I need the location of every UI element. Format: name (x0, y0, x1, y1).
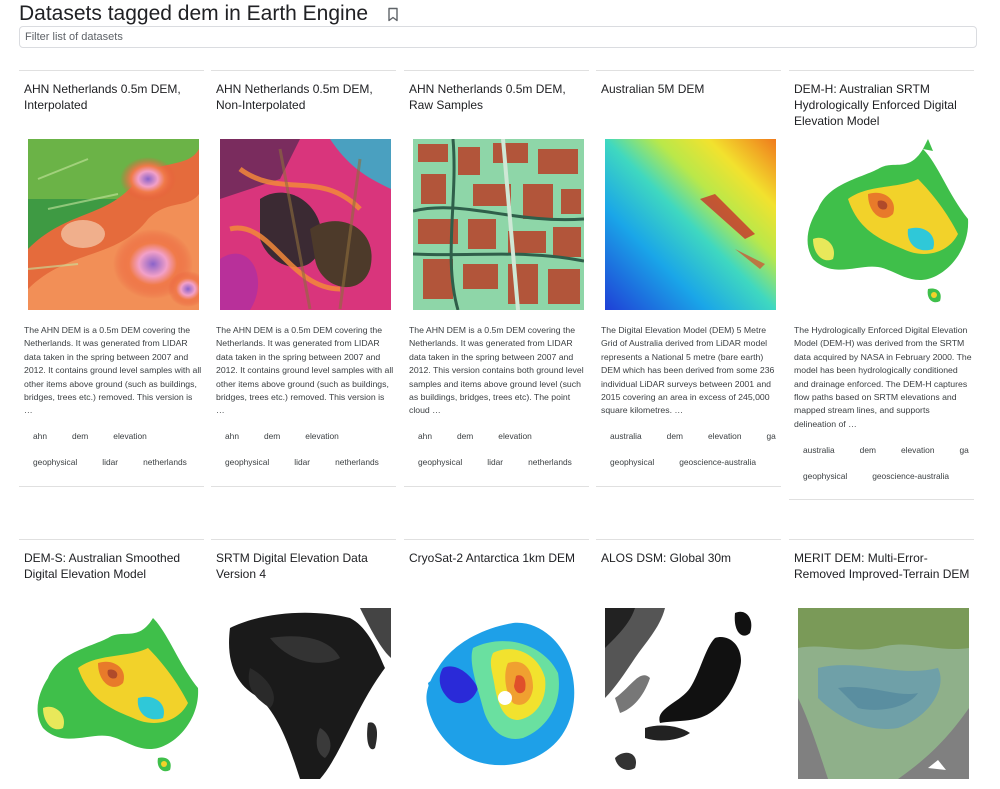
tag-chip[interactable]: dem (255, 427, 289, 445)
dataset-thumbnail[interactable] (413, 139, 584, 310)
dataset-description: The AHN DEM is a 0.5m DEM covering the N… (409, 325, 584, 416)
dataset-title[interactable]: ALOS DSM: Global 30m (601, 550, 779, 566)
dataset-thumbnail[interactable] (220, 139, 391, 310)
dataset-card[interactable]: CryoSat-2 Antarctica 1km DEM (404, 539, 589, 789)
tag-chip[interactable]: geoscience-australia (670, 453, 765, 471)
dataset-description: The AHN DEM is a 0.5m DEM covering the N… (216, 325, 394, 416)
tag-chip[interactable]: elevation (699, 427, 751, 445)
tag-chip[interactable]: elevation (489, 427, 541, 445)
tag-list: ahn dem elevation geophysical lidar netherla… (216, 426, 394, 478)
tag-chip[interactable]: netherlands (134, 453, 196, 471)
tag-list: ahn dem elevation geophysical lidar netherla… (24, 426, 202, 478)
tag-chip[interactable]: geoscience-australia (863, 467, 958, 485)
tag-list: ahn dem elevation geophysical lidar netherla… (409, 426, 587, 478)
tag-chip[interactable]: geophysical (24, 453, 86, 471)
tag-chip[interactable]: geophysical (409, 453, 471, 471)
tag-chip[interactable]: elevation (892, 441, 944, 459)
dataset-title[interactable]: Australian 5M DEM (601, 81, 779, 97)
tag-chip[interactable]: ahn (24, 427, 56, 445)
tag-chip[interactable]: dem (63, 427, 97, 445)
dataset-thumbnail[interactable] (28, 608, 199, 779)
dataset-card[interactable]: ALOS DSM: Global 30m (596, 539, 781, 789)
tag-chip[interactable]: lidar (478, 453, 512, 471)
tag-chip[interactable]: lidar (285, 453, 319, 471)
tag-chip[interactable]: elevation (104, 427, 156, 445)
dataset-title[interactable]: AHN Netherlands 0.5m DEM, Raw Samples (409, 81, 587, 113)
dataset-thumbnail[interactable] (798, 608, 969, 779)
tag-chip[interactable]: dem (851, 441, 885, 459)
dataset-description: The Digital Elevation Model (DEM) 5 Metr… (601, 325, 775, 416)
tag-chip[interactable]: netherlands (519, 453, 581, 471)
dataset-card[interactable]: AHN Netherlands 0.5m DEM, Raw Samples Th… (404, 70, 589, 487)
tag-chip[interactable]: netherlands (326, 453, 388, 471)
dataset-thumbnail[interactable] (220, 608, 391, 779)
tag-chip[interactable]: lidar (93, 453, 127, 471)
tag-chip[interactable]: geophysical (216, 453, 278, 471)
filter-input[interactable] (20, 27, 976, 47)
dataset-title[interactable]: DEM-S: Australian Smoothed Digital Eleva… (24, 550, 202, 582)
dataset-thumbnail[interactable] (605, 608, 776, 779)
dataset-card[interactable]: MERIT DEM: Multi-Error-Removed Improved-… (789, 539, 974, 789)
tag-list: australia dem elevation ga geophysical geosc… (601, 426, 779, 478)
dataset-card[interactable]: AHN Netherlands 0.5m DEM, Interpolated T… (19, 70, 204, 487)
dataset-title[interactable]: MERIT DEM: Multi-Error-Removed Improved-… (794, 550, 972, 582)
dataset-thumbnail[interactable] (413, 608, 584, 779)
dataset-thumbnail[interactable] (798, 139, 969, 310)
dataset-thumbnail[interactable] (605, 139, 776, 310)
bookmark-icon[interactable] (387, 7, 399, 22)
dataset-title[interactable]: AHN Netherlands 0.5m DEM, Interpolated (24, 81, 202, 113)
page-header: Datasets tagged dem in Earth Engine (19, 0, 979, 28)
dataset-description: The AHN DEM is a 0.5m DEM covering the N… (24, 325, 202, 416)
dataset-title[interactable]: SRTM Digital Elevation Data Version 4 (216, 550, 394, 582)
tag-chip[interactable]: dem (448, 427, 482, 445)
dataset-description: The Hydrologically Enforced Digital Elev… (794, 325, 972, 429)
dataset-card[interactable]: DEM-S: Australian Smoothed Digital Eleva… (19, 539, 204, 789)
dataset-card[interactable]: DEM-H: Australian SRTM Hydrologically En… (789, 70, 974, 500)
dataset-card[interactable]: AHN Netherlands 0.5m DEM, Non-Interpolat… (211, 70, 396, 487)
tag-list: australia dem elevation ga geophysical geosc… (794, 440, 972, 492)
dataset-title[interactable]: CryoSat-2 Antarctica 1km DEM (409, 550, 587, 566)
tag-chip[interactable]: australia (601, 427, 651, 445)
tag-chip[interactable]: ahn (216, 427, 248, 445)
dataset-card[interactable]: Australian 5M DEM The Digital Elevation … (596, 70, 781, 487)
tag-chip[interactable]: dem (658, 427, 692, 445)
tag-chip[interactable]: ga (950, 441, 977, 459)
tag-chip[interactable]: ahn (409, 427, 441, 445)
dataset-title[interactable]: DEM-H: Australian SRTM Hydrologically En… (794, 81, 972, 129)
dataset-thumbnail[interactable] (28, 139, 199, 310)
filter-box (19, 26, 977, 48)
dataset-title[interactable]: AHN Netherlands 0.5m DEM, Non-Interpolat… (216, 81, 394, 113)
tag-chip[interactable]: geophysical (794, 467, 856, 485)
page-title: Datasets tagged dem in Earth Engine (19, 2, 369, 25)
dataset-card[interactable]: SRTM Digital Elevation Data Version 4 (211, 539, 396, 789)
tag-chip[interactable]: geophysical (601, 453, 663, 471)
tag-chip[interactable]: australia (794, 441, 844, 459)
tag-chip[interactable]: elevation (296, 427, 348, 445)
tag-chip[interactable]: ga (757, 427, 784, 445)
